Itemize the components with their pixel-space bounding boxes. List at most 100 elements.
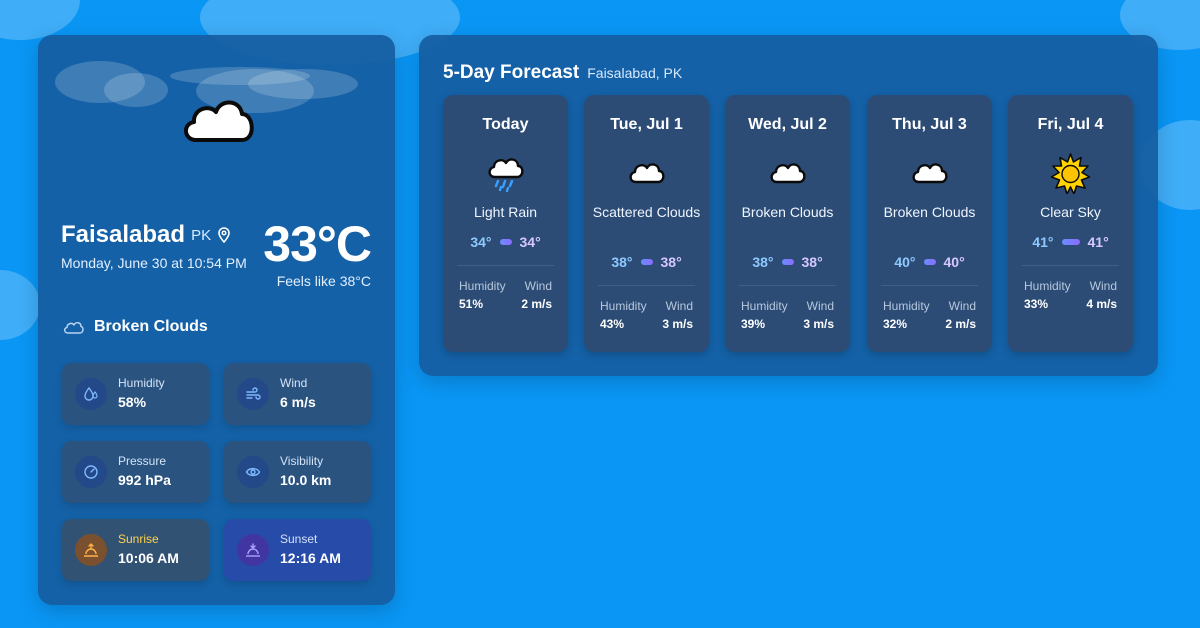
day-description: Clear Sky [1040,204,1101,220]
condition-text: Broken Clouds [94,318,208,335]
temp-range: 41° 41° [1008,234,1133,250]
visibility-label: Visibility [280,454,324,468]
forecast-header: 5-Day Forecast Faisalabad, PK [443,62,682,84]
map-pin-icon [218,227,230,243]
rain-cloud-icon [488,158,524,193]
temp-min: 38° [611,254,633,270]
day-name: Thu, Jul 3 [892,116,967,133]
forecast-day-card[interactable]: Wed, Jul 2 Broken Clouds 38° 38° Humidit… [725,95,850,352]
divider [598,285,695,286]
forecast-day-card[interactable]: Tue, Jul 1 Scattered Clouds 38° 38° Humi… [584,95,709,352]
wind-label: Wind [280,376,308,390]
wind-label: Wind [524,279,552,293]
wind-value: 3 m/s [662,317,693,331]
forecast-day-card[interactable]: Today Light Rain 34° 34° Humidity Wind 5… [443,95,568,352]
temp-range: 38° 38° [725,254,850,270]
day-description: Light Rain [473,204,538,220]
visibility-stat: Visibility 10.0 km [224,441,371,503]
temp-range-bar [923,259,936,265]
humidity-value: 39% [741,317,766,331]
cloud-outline-icon [63,322,84,334]
temp-range-bar [640,259,653,265]
temp-range-bar [1061,239,1080,245]
humidity-value: 43% [600,317,625,331]
forecast-day-card[interactable]: Fri, Jul 4 Clear Sky 41° 41° Humidity Wi… [1008,95,1133,352]
sunset-value: 12:16 AM [280,550,341,566]
temp-min: 41° [1032,234,1054,250]
humidity-label: Humidity [1024,279,1071,293]
divider [457,265,554,266]
humidity-value: 51% [459,297,484,311]
wind-stat: Wind 6 m/s [224,363,371,425]
sunset-stat: Sunset 12:16 AM [224,519,371,581]
wind-label: Wind [1089,279,1117,293]
wind-label: Wind [665,299,693,313]
wind-label: Wind [806,299,834,313]
day-description: Broken Clouds [741,204,834,220]
background-cloud [0,270,40,340]
wind-value: 6 m/s [280,394,316,410]
sunset-label: Sunset [280,532,318,546]
pressure-stat: Pressure 992 hPa [62,441,209,503]
forecast-day-card[interactable]: Thu, Jul 3 Broken Clouds 40° 40° Humidit… [867,95,992,352]
day-name: Fri, Jul 4 [1037,116,1104,133]
city-name: Faisalabad [61,221,186,248]
divider [881,285,978,286]
wind-value: 2 m/s [945,317,976,331]
temp-range: 34° 34° [443,234,568,250]
decorative-cloud [248,69,358,99]
pressure-label: Pressure [118,454,167,468]
day-description: Scattered Clouds [592,204,701,220]
current-weather-card: Faisalabad PK Monday, June 30 at 10:54 P… [38,35,395,605]
feels-like: Feels like 38°C [276,273,371,289]
humidity-value: 33% [1024,297,1049,311]
cloud-icon [770,163,806,184]
temp-range-bar [781,259,794,265]
wind-value: 2 m/s [521,297,552,311]
day-description: Broken Clouds [883,204,976,220]
humidity-label: Humidity [459,279,506,293]
condition-row: Broken Clouds [62,318,208,336]
temp-range: 40° 40° [867,254,992,270]
forecast-location: Faisalabad, PK [587,65,683,81]
wind-label: Wind [948,299,976,313]
cloud-icon [912,163,948,184]
temp-max: 34° [519,234,541,250]
wind-value: 4 m/s [1086,297,1117,311]
sunrise-stat: Sunrise 10:06 AM [62,519,209,581]
day-name: Today [482,116,529,133]
temp-range-bar [499,239,512,245]
gauge-icon [75,456,107,488]
humidity-stat: Humidity 58% [62,363,209,425]
humidity-label: Humidity [741,299,788,313]
day-name: Wed, Jul 2 [748,116,827,133]
background-cloud [0,0,80,40]
sunrise-icon [75,534,107,566]
forecast-title: 5-Day Forecast [443,62,580,83]
temp-range: 38° 38° [584,254,709,270]
humidity-icon [75,378,107,410]
eye-icon [237,456,269,488]
sunrise-value: 10:06 AM [118,550,179,566]
divider [739,285,836,286]
temp-min: 38° [752,254,774,270]
divider [1022,265,1119,266]
cloud-icon [629,163,665,184]
cloud-icon [184,100,254,142]
current-datetime: Monday, June 30 at 10:54 PM [61,255,247,271]
current-temperature: 33°C [263,216,372,272]
humidity-label: Humidity [883,299,930,313]
temp-max: 38° [660,254,682,270]
sunrise-label: Sunrise [118,532,159,546]
day-name: Tue, Jul 1 [610,116,683,133]
humidity-label: Humidity [600,299,647,313]
country-code: PK [191,226,212,244]
location-row: Faisalabad PK [61,221,231,249]
forecast-panel: 5-Day Forecast Faisalabad, PK Today Ligh… [419,35,1158,376]
temp-max: 38° [801,254,823,270]
visibility-value: 10.0 km [280,472,332,488]
pressure-value: 992 hPa [118,472,171,488]
wind-value: 3 m/s [803,317,834,331]
humidity-label: Humidity [118,376,165,390]
wind-icon [237,378,269,410]
